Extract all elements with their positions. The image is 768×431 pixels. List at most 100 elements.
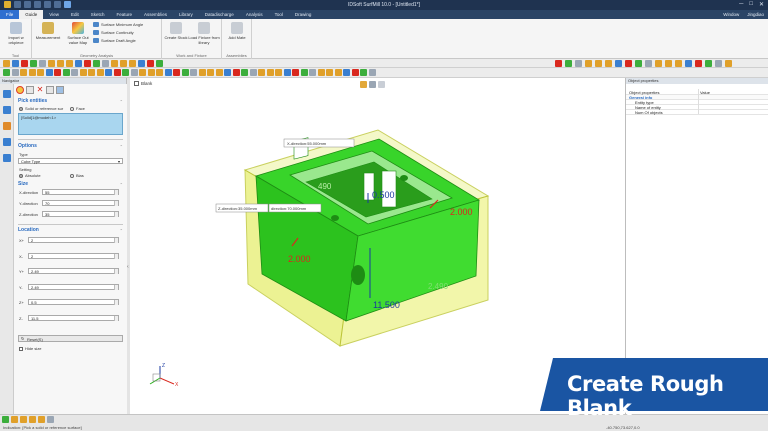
sketch-tool-icon[interactable] (62, 69, 70, 76)
sketch-tool-icon[interactable] (283, 69, 291, 76)
minimize-icon[interactable]: ─ (739, 1, 743, 8)
menu-tab-file[interactable]: File (0, 10, 20, 19)
sketch-tool-icon[interactable] (11, 69, 19, 76)
sketch-tool-icon[interactable] (309, 69, 316, 76)
pick-option-face[interactable]: Face (70, 106, 85, 111)
toolbar-tool-icon[interactable] (565, 60, 572, 67)
toolbar-tool-icon[interactable] (715, 60, 722, 67)
menu-tab-datadischarge[interactable]: Datadischarge (199, 10, 240, 19)
sketch-tool-icon[interactable] (147, 69, 155, 76)
add-mate-button[interactable]: Add Mate (224, 22, 250, 40)
toolbar-tool-icon[interactable] (48, 60, 55, 67)
options-collapse-icon[interactable]: ⌃ (120, 144, 123, 149)
model-tree-tab-icon[interactable] (3, 106, 11, 114)
location-field-input[interactable]: 11.5 (28, 314, 119, 321)
sketch-tool-icon[interactable] (198, 69, 206, 76)
navigator-tab-icon[interactable] (3, 90, 11, 98)
menu-tab-analysis[interactable]: Analysis (240, 10, 269, 19)
size-collapse-icon[interactable]: ⌃ (120, 182, 123, 187)
toolbar-tool-icon[interactable] (665, 60, 672, 67)
checkbox-icon[interactable] (19, 346, 23, 351)
import-workpiece-button[interactable]: Import w orkpiece (2, 22, 30, 45)
tools-tab-icon[interactable] (3, 122, 11, 130)
surface-draft-angle-button[interactable]: Surface Draft Angle (93, 38, 136, 43)
sketch-tool-icon[interactable] (249, 69, 257, 76)
menu-tab-tool[interactable]: Tool (269, 10, 289, 19)
create-stock-button[interactable]: Create Stock (164, 22, 188, 40)
toolbar-tool-icon[interactable] (615, 60, 622, 67)
sketch-tool-icon[interactable] (326, 69, 333, 76)
toolbar-tool-icon[interactable] (138, 60, 145, 67)
spinner-icon[interactable] (114, 315, 118, 321)
sketch-tool-icon[interactable] (275, 69, 282, 76)
sketch-tool-icon[interactable] (88, 69, 95, 76)
spinner-icon[interactable] (114, 201, 118, 206)
sketch-tool-icon[interactable] (292, 69, 299, 76)
selected-entities-list[interactable]: [Solid]1@model<1> (18, 113, 123, 135)
location-field-input[interactable]: 2 (28, 237, 119, 243)
toolbar-tool-icon[interactable] (675, 60, 682, 67)
sketch-tool-icon[interactable] (232, 69, 240, 76)
maximize-icon[interactable]: □ (749, 1, 753, 8)
toolbar-tool-icon[interactable] (685, 60, 692, 67)
location-field-input[interactable]: 0.5 (28, 299, 119, 305)
sketch-tool-icon[interactable] (343, 69, 350, 76)
spinner-icon[interactable] (114, 212, 118, 217)
collapse-arrow-icon[interactable]: ‹ (127, 264, 129, 270)
toolbar-tool-icon[interactable] (725, 60, 732, 67)
menu-tab-guide[interactable]: Guide (19, 10, 44, 19)
menu-tab-assemblies[interactable]: Assemblies (138, 10, 173, 19)
sketch-tool-icon[interactable] (79, 69, 87, 76)
spinner-icon[interactable] (114, 190, 118, 195)
spinner-icon[interactable] (114, 238, 118, 243)
spinner-icon[interactable] (114, 300, 118, 305)
sketch-tool-icon[interactable] (122, 69, 129, 76)
settings-icon[interactable] (47, 416, 54, 423)
menu-tab-library[interactable]: Library (173, 10, 199, 19)
sketch-tool-icon[interactable] (173, 69, 180, 76)
sketch-tool-icon[interactable] (190, 69, 197, 76)
sketch-tool-icon[interactable] (368, 69, 376, 76)
setting-bias[interactable]: Bias (70, 173, 84, 178)
toolbar-tool-icon[interactable] (39, 60, 46, 67)
surface-continuity-button[interactable]: Surface Continuity (93, 30, 134, 35)
toolbar-tool-icon[interactable] (635, 60, 642, 67)
hide-size-checkbox[interactable]: Hide size (19, 346, 41, 351)
layers-tab-icon[interactable] (3, 154, 11, 162)
sketch-tool-icon[interactable] (300, 69, 308, 76)
toolbar-tool-icon[interactable] (102, 60, 109, 67)
toolbar-tool-icon[interactable] (585, 60, 592, 67)
check-icon[interactable] (2, 416, 9, 423)
location-collapse-icon[interactable]: ⌃ (120, 228, 123, 233)
menu-tab-drawing[interactable]: Drawing (289, 10, 318, 19)
filter-icon[interactable] (20, 416, 27, 423)
toolbar-tool-icon[interactable] (156, 60, 163, 67)
sketch-tool-icon[interactable] (224, 69, 231, 76)
preview-icon[interactable] (26, 86, 34, 94)
radio-solid[interactable] (19, 106, 23, 111)
snap-icon[interactable] (29, 416, 36, 423)
menu-tab-sketch[interactable]: Sketch (85, 10, 111, 19)
type-select[interactable]: Cube Type ▾ (18, 158, 123, 164)
toolbar-tool-icon[interactable] (129, 60, 136, 67)
confirm-icon[interactable] (16, 86, 24, 94)
sketch-tool-icon[interactable] (54, 69, 61, 76)
radio-bias[interactable] (70, 173, 74, 178)
sketch-tool-icon[interactable] (334, 69, 342, 76)
sketch-tool-icon[interactable] (156, 69, 163, 76)
apply-icon[interactable] (46, 86, 54, 94)
sketch-tool-icon[interactable] (3, 69, 10, 76)
location-field-input[interactable]: 2.49 (28, 283, 119, 290)
sketch-tool-icon[interactable] (28, 69, 36, 76)
sketch-tool-icon[interactable] (351, 69, 359, 76)
toolbar-tool-icon[interactable] (655, 60, 662, 67)
size-field-input[interactable]: 70 (42, 200, 119, 206)
camera-tab-icon[interactable] (3, 138, 11, 146)
sketch-tool-icon[interactable] (37, 69, 44, 76)
toolbar-tool-icon[interactable] (93, 60, 100, 67)
toolbar-tool-icon[interactable] (645, 60, 652, 67)
help-icon[interactable] (56, 86, 64, 94)
sketch-tool-icon[interactable] (164, 69, 172, 76)
load-fixture-button[interactable]: Load Fixture from library (188, 22, 220, 45)
setting-absolute[interactable]: Absolute (19, 173, 41, 178)
